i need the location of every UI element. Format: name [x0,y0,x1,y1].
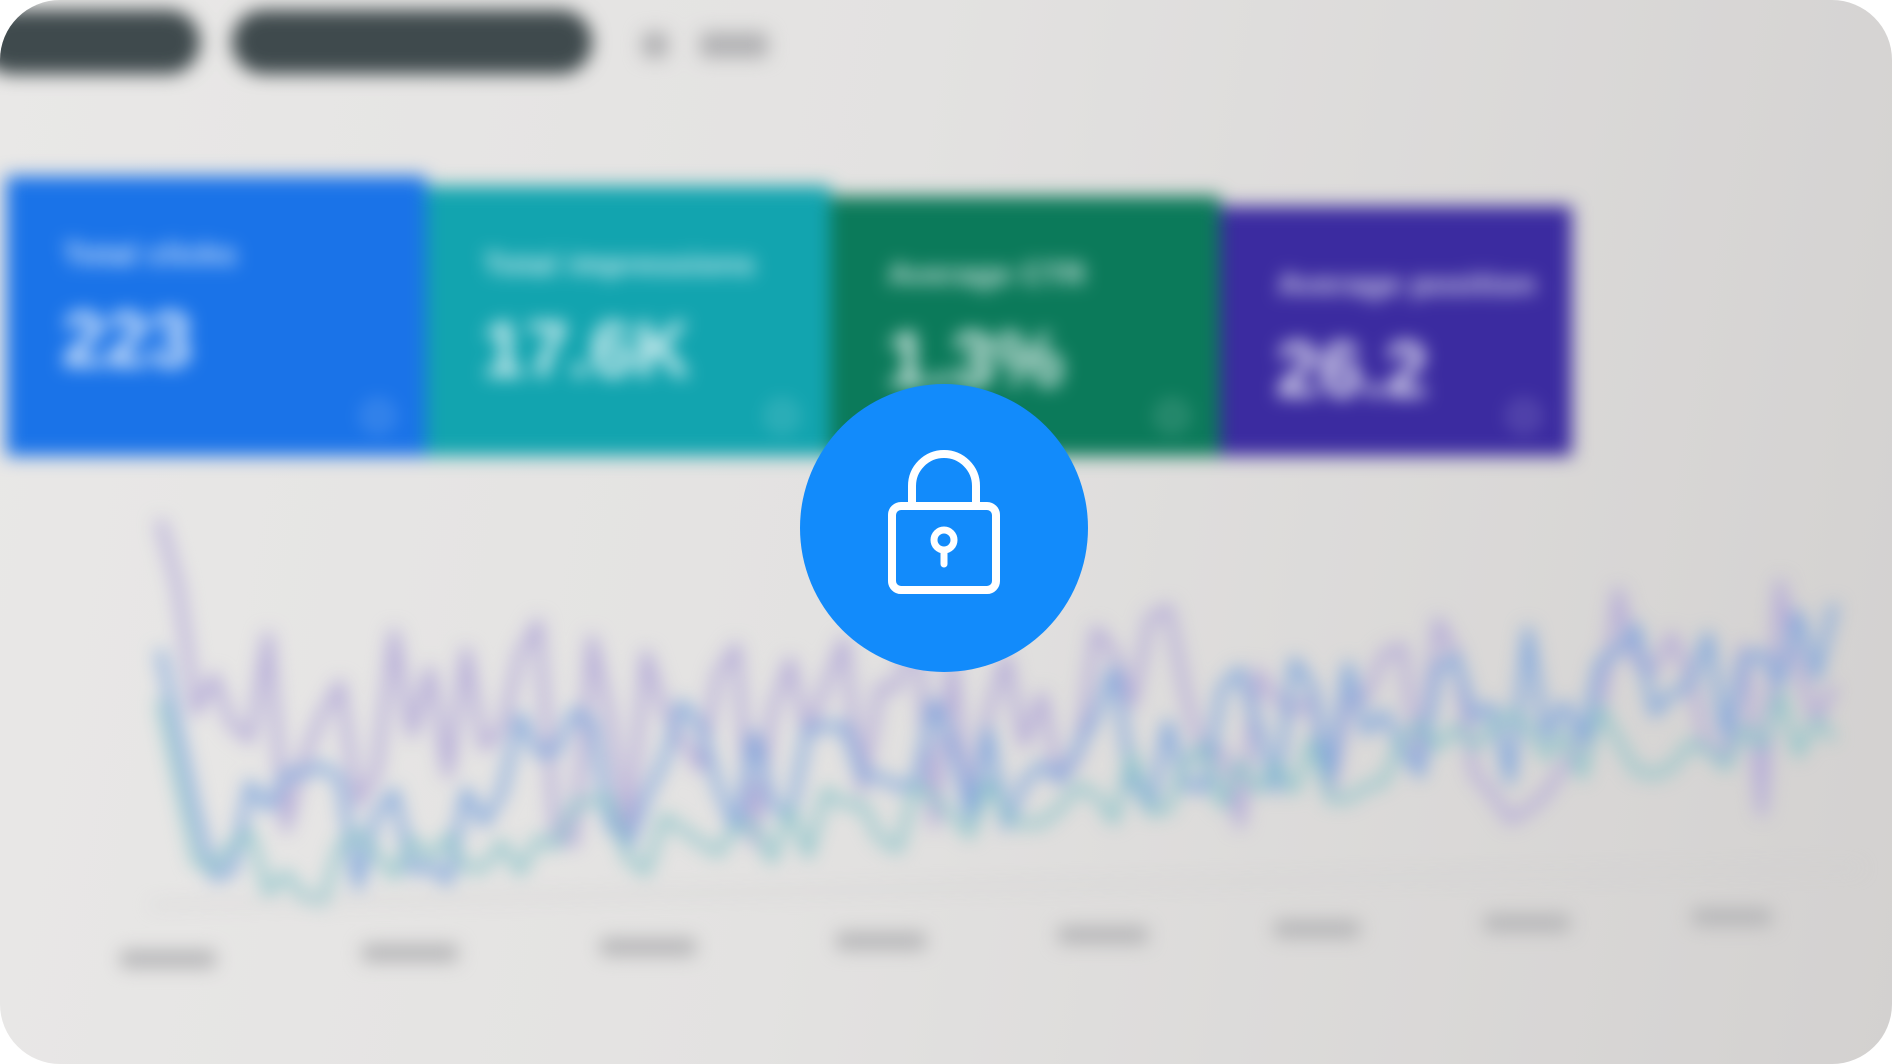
chart-baseline [149,866,1861,907]
unlock-button[interactable] [800,384,1088,672]
x-axis-tick [1692,908,1772,926]
x-axis-tick [120,950,216,968]
x-axis-tick [600,938,696,956]
x-axis-tick [836,932,926,950]
lock-icon [888,450,1000,594]
x-axis-tick [1058,926,1148,944]
locked-screenshot-preview: Total clicks 223 Total impressions 17.6K… [0,0,1892,1064]
x-axis-tick [362,944,458,962]
x-axis-tick [1484,914,1570,932]
x-axis-tick [1274,920,1360,938]
